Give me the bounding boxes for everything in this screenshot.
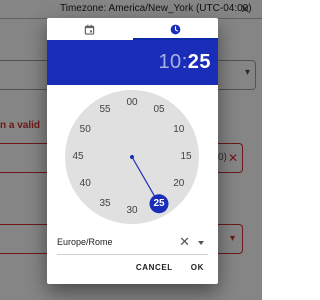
clock-number-25[interactable]: 25 — [149, 197, 169, 211]
clock-number-15[interactable]: 15 — [176, 150, 196, 164]
active-tab-indicator — [132, 38, 218, 40]
timezone-select[interactable]: Europe/Rome ✕ — [57, 232, 208, 255]
timezone-clear-icon[interactable]: ✕ — [179, 234, 190, 250]
calendar-icon — [85, 24, 95, 35]
ok-button[interactable]: OK — [185, 259, 210, 276]
clock-number-40[interactable]: 40 — [75, 177, 95, 191]
timezone-dropdown-icon[interactable] — [198, 241, 204, 245]
clock-number-00[interactable]: 00 — [122, 96, 142, 110]
timezone-value: Europe/Rome — [57, 237, 113, 247]
clock-icon — [170, 24, 181, 34]
clock-number-20[interactable]: 20 — [169, 177, 189, 191]
tab-date[interactable] — [47, 18, 133, 40]
clock-number-05[interactable]: 05 — [149, 103, 169, 117]
clock-center-dot — [130, 155, 134, 159]
cancel-button[interactable]: CANCEL — [130, 259, 179, 276]
time-picker-dialog: 10:25 00 05 10 15 20 25 30 35 40 45 50 55 Europe/Ro… — [47, 18, 218, 284]
clock-number-55[interactable]: 55 — [95, 103, 115, 117]
picker-tabs — [47, 18, 218, 40]
tab-time[interactable] — [133, 18, 219, 40]
clock-dial[interactable]: 00 05 10 15 20 25 30 35 40 45 50 55 — [65, 90, 199, 224]
clock-number-35[interactable]: 35 — [95, 197, 115, 211]
clock-number-30[interactable]: 30 — [122, 204, 142, 218]
dialog-actions: CANCEL OK — [130, 259, 210, 276]
minutes-display[interactable]: 25 — [188, 51, 211, 74]
clock-number-45[interactable]: 45 — [68, 150, 88, 164]
time-display: 10:25 — [47, 40, 218, 85]
hours-display[interactable]: 10 — [158, 51, 181, 74]
clock-number-10[interactable]: 10 — [169, 123, 189, 137]
clock-number-50[interactable]: 50 — [75, 123, 95, 137]
